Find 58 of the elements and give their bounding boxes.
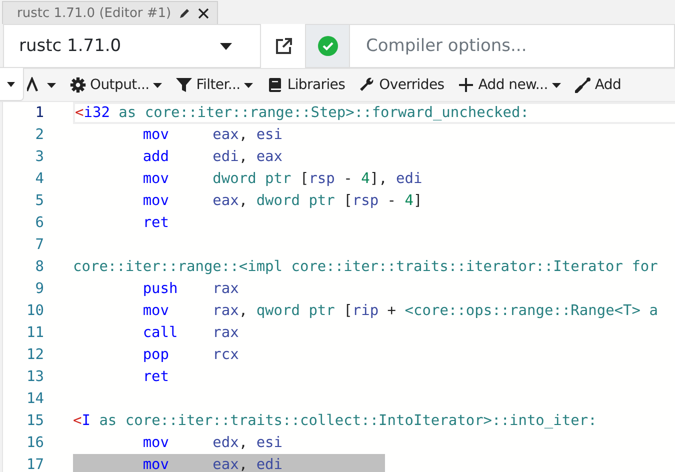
tab-title: rustc 1.71.0 (Editor #1) bbox=[17, 6, 172, 20]
code-line: push rax bbox=[142, 280, 239, 299]
code-line: ret bbox=[142, 368, 170, 387]
code-line: <i32 as core::iter::range::Step>::forward_unchecked: bbox=[73, 102, 675, 124]
line-number: 11 bbox=[26, 325, 44, 341]
line-number: 7 bbox=[34, 237, 44, 253]
close-icon bbox=[198, 8, 210, 18]
toolbar-button[interactable]: Overrides bbox=[352, 70, 452, 100]
book-icon bbox=[267, 77, 284, 93]
brush-icon bbox=[574, 77, 591, 93]
toolbar-button[interactable]: Add bbox=[568, 70, 628, 100]
toolbar-button[interactable]: Filter... bbox=[169, 70, 260, 100]
line-number: 16 bbox=[26, 435, 44, 451]
check-circle-icon bbox=[318, 36, 338, 56]
plus-icon bbox=[458, 77, 474, 93]
line-number: 12 bbox=[26, 347, 44, 363]
line-number: 3 bbox=[34, 149, 44, 165]
code-line: core::iter::range::<impl core::iter::traits::iterator::Iterator for bbox=[73, 258, 658, 277]
line-number: 14 bbox=[26, 391, 44, 407]
editor-tab[interactable]: rustc 1.71.0 (Editor #1) bbox=[2, 1, 218, 24]
toolbar-button[interactable]: Add new... bbox=[451, 70, 568, 100]
code-line: ret bbox=[142, 214, 170, 233]
line-number: 4 bbox=[34, 171, 44, 187]
code-line: mov eax, dword ptr [rsp - 4] bbox=[142, 192, 422, 211]
line-number: 9 bbox=[34, 281, 44, 297]
line-number: 8 bbox=[34, 259, 44, 275]
code-line: mov eax, edi bbox=[142, 456, 283, 472]
toolbar-button[interactable]: Output... bbox=[63, 70, 170, 100]
code-line: mov eax, esi bbox=[142, 126, 283, 145]
line-number: 10 bbox=[26, 303, 44, 319]
code-line: add edi, eax bbox=[142, 148, 283, 167]
code-line: mov edx, esi bbox=[142, 434, 283, 453]
close-button[interactable] bbox=[198, 8, 210, 18]
line-number: 5 bbox=[34, 193, 44, 209]
toolbar-button[interactable]: Libraries bbox=[260, 70, 352, 100]
code-line: call rax bbox=[142, 324, 239, 343]
line-number: 13 bbox=[26, 369, 44, 385]
popout-button[interactable] bbox=[260, 24, 305, 68]
line-number: 2 bbox=[34, 127, 44, 143]
compiler-options-field[interactable]: Compiler options... bbox=[350, 24, 675, 68]
code-line: <I as core::iter::traits::collect::IntoIterator>::into_iter: bbox=[73, 412, 597, 431]
code-line: pop rcx bbox=[142, 346, 239, 365]
line-number: 17 bbox=[26, 457, 44, 472]
external-link-icon bbox=[274, 38, 292, 54]
code-line: mov rax, qword ptr [rip + <core::ops::range::Range<T> a bbox=[142, 302, 658, 321]
dropdown-tab[interactable] bbox=[0, 67, 24, 101]
caret-icon bbox=[220, 42, 232, 50]
caret-icon bbox=[7, 82, 15, 86]
compiler-select[interactable]: rustc 1.71.0 bbox=[3, 24, 305, 68]
line-number: 15 bbox=[26, 413, 44, 429]
line-number: 6 bbox=[34, 215, 44, 231]
gear-icon bbox=[70, 77, 86, 93]
line-number: 1 bbox=[34, 105, 44, 121]
wrench-icon bbox=[359, 77, 376, 93]
code-line: mov dword ptr [rsp - 4], edi bbox=[142, 170, 422, 189]
rename-button[interactable] bbox=[179, 8, 190, 18]
filter-icon bbox=[176, 77, 192, 93]
pencil-icon bbox=[179, 8, 190, 18]
